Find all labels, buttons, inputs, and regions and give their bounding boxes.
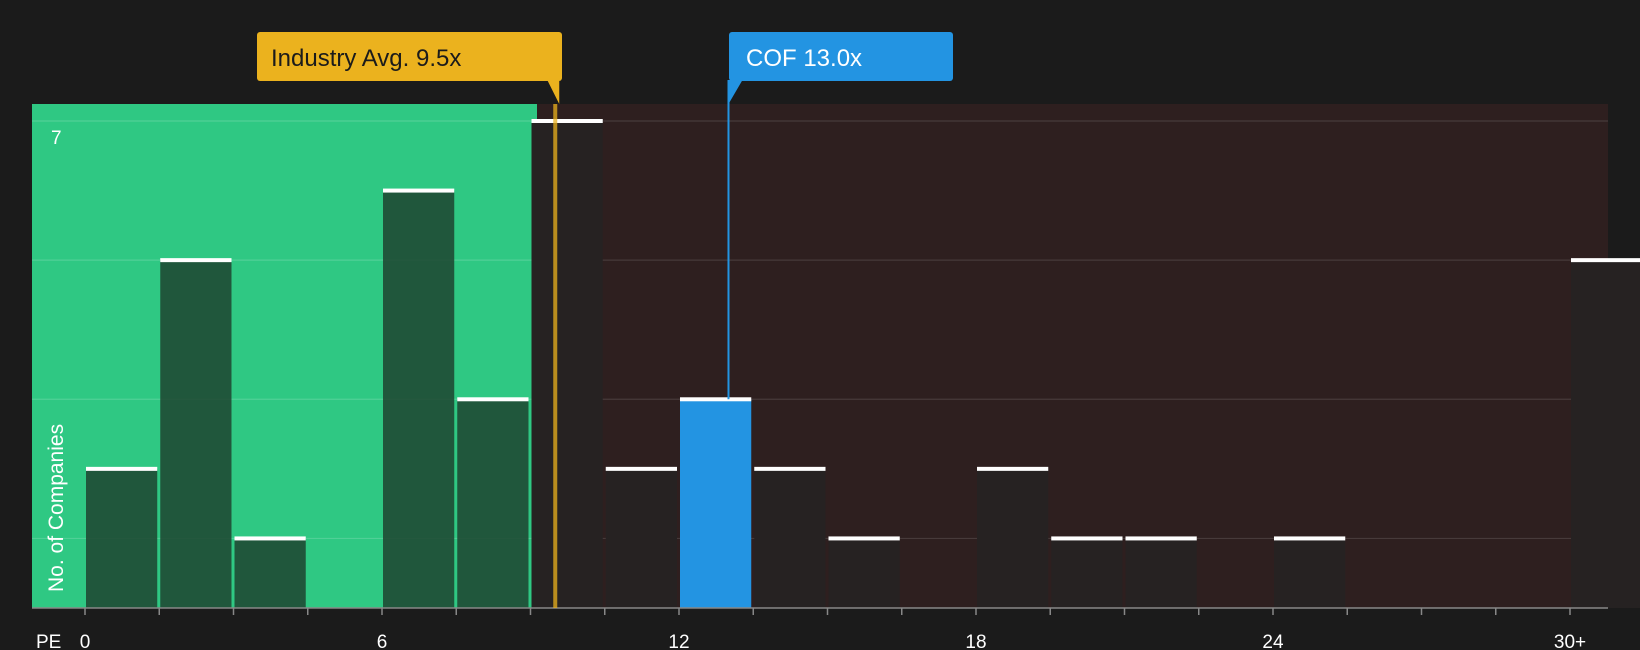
histogram-bar-cap [383,188,455,193]
x-tick-label: 18 [965,632,986,650]
x-tick-label: 12 [668,632,689,650]
industry-average-label: Industry Avg. 9.5x [271,45,461,72]
histogram-bar-cap [457,397,529,402]
histogram-bar-cap [754,466,826,471]
histogram-bar-cap [531,119,603,123]
histogram-bar-cap [605,466,677,471]
histogram-bar-cap [1051,536,1123,541]
histogram-bar-cap [977,466,1049,471]
histogram-bar-cap [160,258,232,263]
histogram-bar-cap [828,536,900,541]
histogram-bar-cap [86,466,158,471]
histogram-bar [828,538,900,608]
histogram-bar [1051,538,1123,608]
histogram-bar [160,260,232,608]
industry-average-line [553,104,558,608]
histogram-bar-cap [680,397,752,402]
histogram-bar [1571,260,1640,608]
histogram-bar [754,468,826,608]
pe-distribution-chart: 0 6 12 18 24 30+ Industry Avg. 9.5x COF 13.0x … [32,32,1640,650]
histogram-bar-cap [1274,536,1346,541]
histogram-bar [234,538,306,608]
x-axis-label: PE [36,632,61,650]
histogram-bar-cap [234,536,306,541]
histogram-bar [605,468,677,608]
x-tick-label: 0 [80,632,91,650]
histogram-bar [1125,538,1197,608]
x-tick-label: 6 [377,632,388,650]
histogram-bar [86,468,158,608]
y-tick-label-max: 7 [51,128,62,149]
histogram-bar [457,399,529,608]
histogram-bar [531,121,603,608]
histogram-bar [383,190,455,609]
company-pe-label: COF 13.0x [746,45,862,72]
histogram-bar-cap [1125,536,1197,541]
y-axis-label: No. of Companies [45,424,68,592]
industry-average-callout-pointer [547,80,560,104]
histogram-bar-cap [1571,258,1640,263]
company-pe-callout-pointer [728,80,743,104]
histogram-bar [977,468,1049,608]
x-tick-label: 24 [1262,632,1284,650]
histogram-bar [680,399,752,608]
x-tick-label: 30+ [1554,632,1586,650]
histogram-bar [1274,538,1346,608]
